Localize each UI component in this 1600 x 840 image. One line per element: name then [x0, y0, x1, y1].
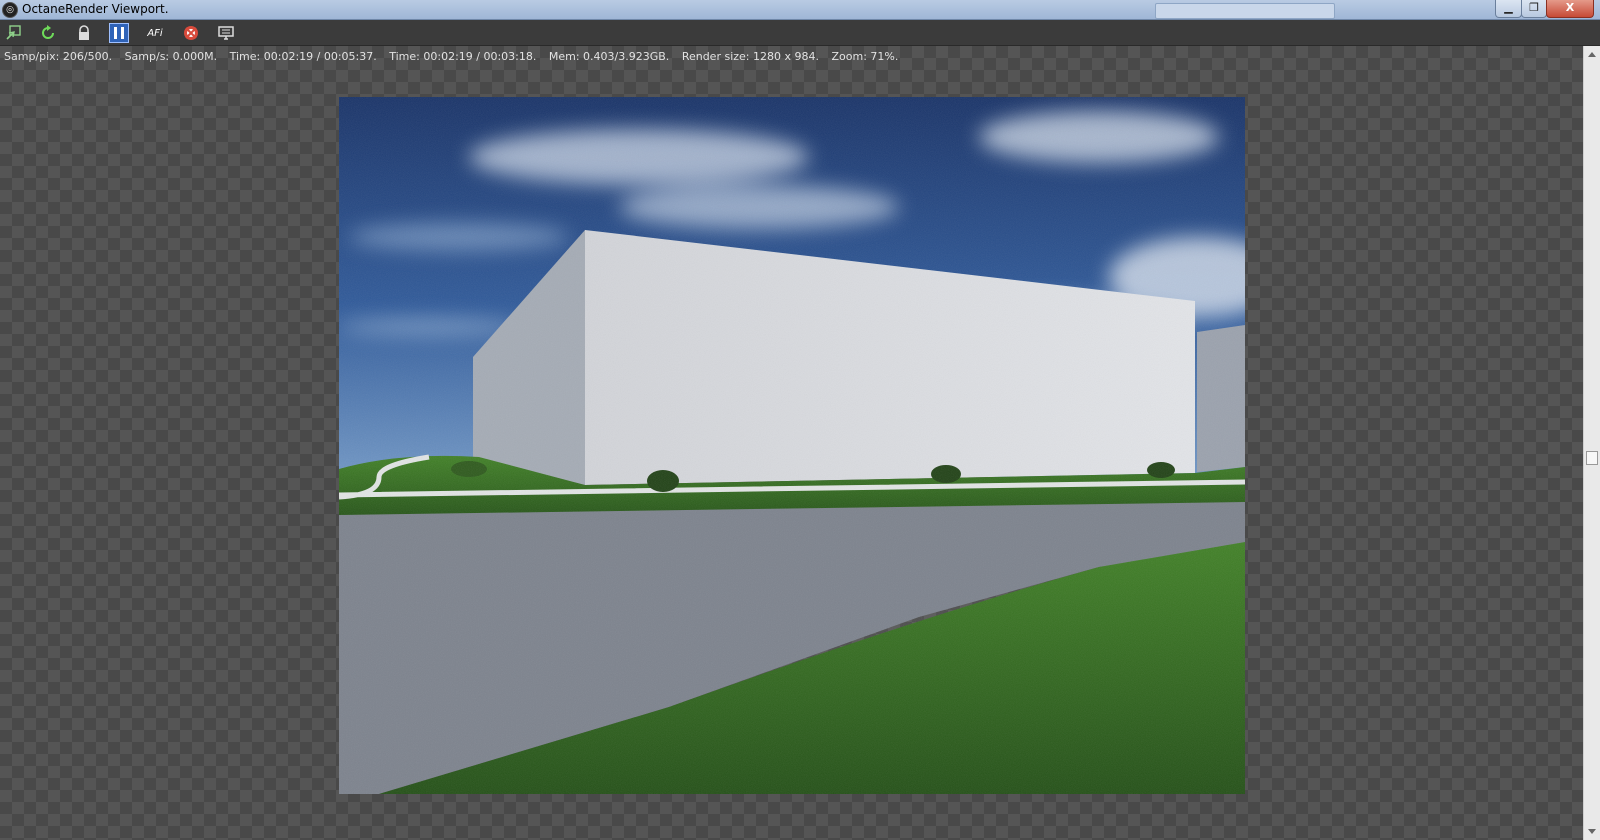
render-time-remaining: Time: 00:02:19 / 00:03:18.: [389, 50, 537, 63]
render-time-total: Time: 00:02:19 / 00:05:37.: [229, 50, 377, 63]
focus-picker-button[interactable]: AFi: [145, 23, 165, 43]
scrollbar-thumb[interactable]: [1586, 451, 1598, 465]
render-viewport[interactable]: [0, 46, 1583, 840]
pause-icon: [114, 27, 124, 39]
rendered-scene: [339, 97, 1245, 794]
display-settings-icon: [218, 26, 234, 40]
memory-usage: Mem: 0.403/3.923GB.: [548, 50, 670, 63]
maximize-button[interactable]: ❐: [1521, 0, 1547, 18]
stop-render-icon: [184, 26, 198, 40]
send-scene-icon: [6, 25, 21, 40]
lock-button[interactable]: [74, 23, 94, 43]
viewport-toolbar: AFi: [0, 20, 1600, 46]
scroll-down-arrow-icon[interactable]: [1588, 829, 1596, 834]
window-title: OctaneRender Viewport.: [22, 2, 169, 16]
focus-picker-icon: AFi: [147, 27, 163, 39]
send-scene-button[interactable]: [4, 23, 24, 43]
restart-render-icon: [42, 25, 54, 39]
pause-button[interactable]: [109, 23, 129, 43]
close-button[interactable]: X: [1546, 0, 1594, 18]
render-image[interactable]: [339, 97, 1245, 794]
taskbar-search-field[interactable]: [1155, 3, 1335, 19]
render-size: Render size: 1280 x 984.: [681, 50, 819, 63]
render-status-line: Samp/pix: 206/500. Samp/s: 0.000M. Time:…: [4, 50, 907, 63]
octane-app-icon[interactable]: ◎: [2, 2, 18, 18]
restart-render-button[interactable]: [38, 23, 58, 43]
display-settings-button[interactable]: [216, 23, 236, 43]
lock-icon: [79, 25, 89, 40]
minimize-button[interactable]: ▁: [1495, 0, 1522, 18]
stop-render-button[interactable]: [181, 23, 201, 43]
zoom-level: Zoom: 71%.: [831, 50, 899, 63]
samples-per-second: Samp/s: 0.000M.: [124, 50, 218, 63]
samples-per-pixel: Samp/pix: 206/500.: [4, 50, 113, 63]
title-bar: ◎ OctaneRender Viewport. ▁ ❐ X: [0, 0, 1600, 20]
scroll-up-arrow-icon[interactable]: [1588, 52, 1596, 57]
vertical-scrollbar[interactable]: [1583, 46, 1600, 840]
